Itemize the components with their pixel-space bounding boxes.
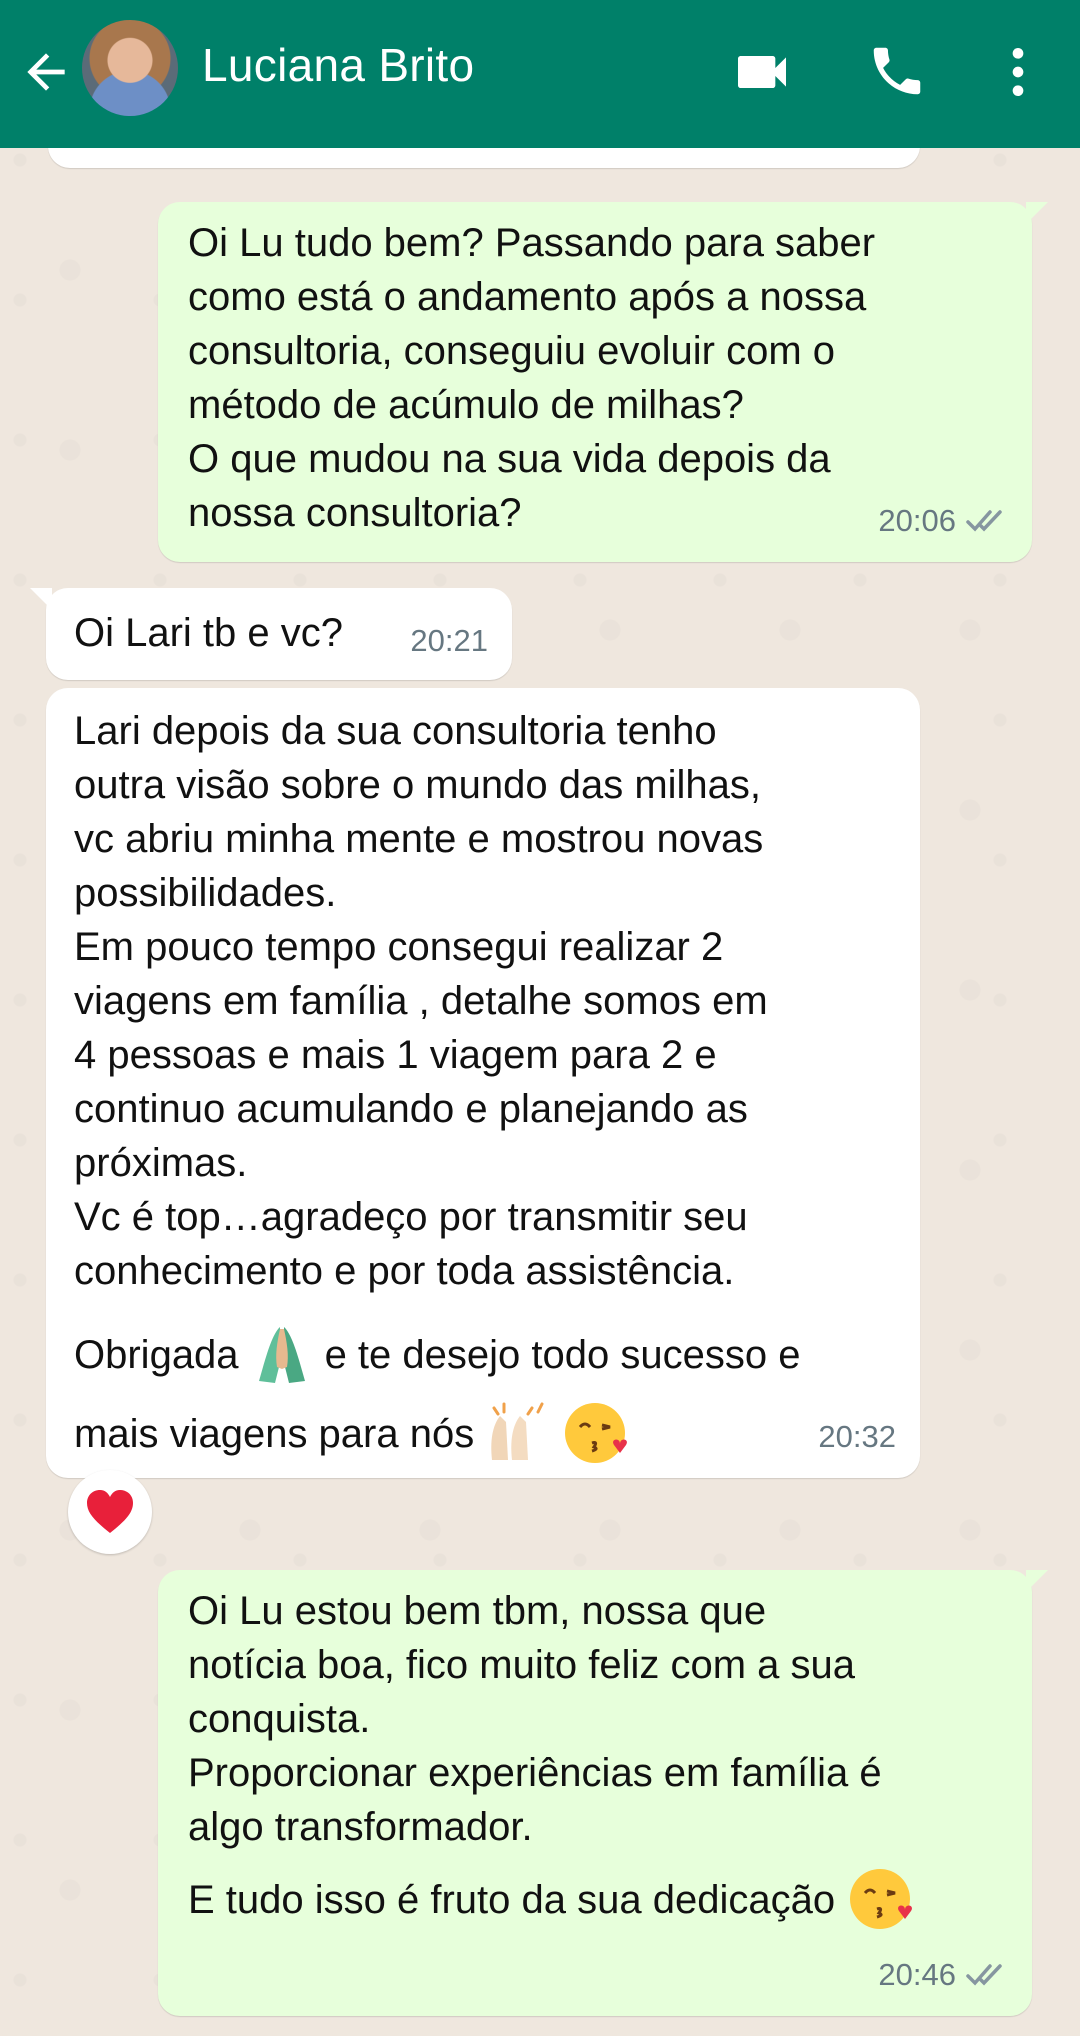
message-text-line: E tudo isso é fruto da sua dedicação xyxy=(188,1862,917,1938)
contact-name[interactable]: Luciana Brito xyxy=(202,38,474,92)
video-camera-icon[interactable] xyxy=(730,40,794,104)
message-text: Oi Lu estou bem tbm, nossa que notícia b… xyxy=(188,1589,882,1849)
message-time: 20:32 xyxy=(818,1419,896,1454)
message-text: Oi Lari tb e vc? xyxy=(74,611,344,655)
folded-hands-emoji-icon xyxy=(258,1327,305,1383)
face-blowing-kiss-emoji-icon xyxy=(565,1403,628,1463)
message-meta: 20:21 xyxy=(410,614,488,668)
message-meta: 20:32 xyxy=(818,1410,896,1464)
message-text: Obrigada xyxy=(74,1333,239,1377)
bubble-tail xyxy=(1026,1570,1048,1592)
message-bubble-incoming[interactable]: Oi Lari tb e vc? 20:21 xyxy=(30,588,512,680)
message-time: 20:46 xyxy=(878,1957,956,1992)
previous-message-bubble xyxy=(48,148,920,168)
chat-area[interactable]: Oi Lu tudo bem? Passando para saber como… xyxy=(0,148,1080,2036)
message-meta: 20:46 xyxy=(878,1948,1008,2002)
message-text-line: Obrigada e te desejo todo sucesso e xyxy=(74,1318,800,1392)
arrow-left-icon[interactable] xyxy=(18,44,74,100)
phone-icon[interactable] xyxy=(866,40,928,102)
more-vertical-icon[interactable] xyxy=(986,40,1050,104)
double-check-icon xyxy=(966,510,1002,532)
bubble-tail xyxy=(30,588,52,610)
double-check-icon xyxy=(966,1964,1002,1986)
bubble-tail xyxy=(1026,202,1048,224)
message-bubble-outgoing[interactable]: Oi Lu tudo bem? Passando para saber como… xyxy=(158,202,1048,562)
face-blowing-kiss-emoji-icon xyxy=(850,1869,913,1929)
message-bubble-outgoing[interactable]: Oi Lu estou bem tbm, nossa que notícia b… xyxy=(158,1570,1048,2016)
message-text: Lari depois da sua consultoria tenho out… xyxy=(74,709,768,1293)
message-time: 20:21 xyxy=(410,623,488,658)
message-text: E tudo isso é fruto da sua dedicação xyxy=(188,1878,836,1922)
message-text-line: mais viagens para nós xyxy=(74,1394,632,1474)
message-bubble-incoming[interactable]: Lari depois da sua consultoria tenho out… xyxy=(46,688,920,1478)
message-meta: 20:06 xyxy=(878,494,1008,548)
message-reaction[interactable] xyxy=(68,1470,152,1554)
avatar[interactable] xyxy=(82,20,178,116)
message-text: e te desejo todo sucesso e xyxy=(324,1333,801,1377)
message-text: Oi Lu tudo bem? Passando para saber como… xyxy=(188,221,876,535)
red-heart-icon xyxy=(87,1490,133,1533)
message-time: 20:06 xyxy=(878,503,956,538)
message-text: mais viagens para nós xyxy=(74,1412,475,1456)
raising-hands-emoji-icon xyxy=(491,1402,544,1460)
chat-header: Luciana Brito xyxy=(0,0,1080,148)
